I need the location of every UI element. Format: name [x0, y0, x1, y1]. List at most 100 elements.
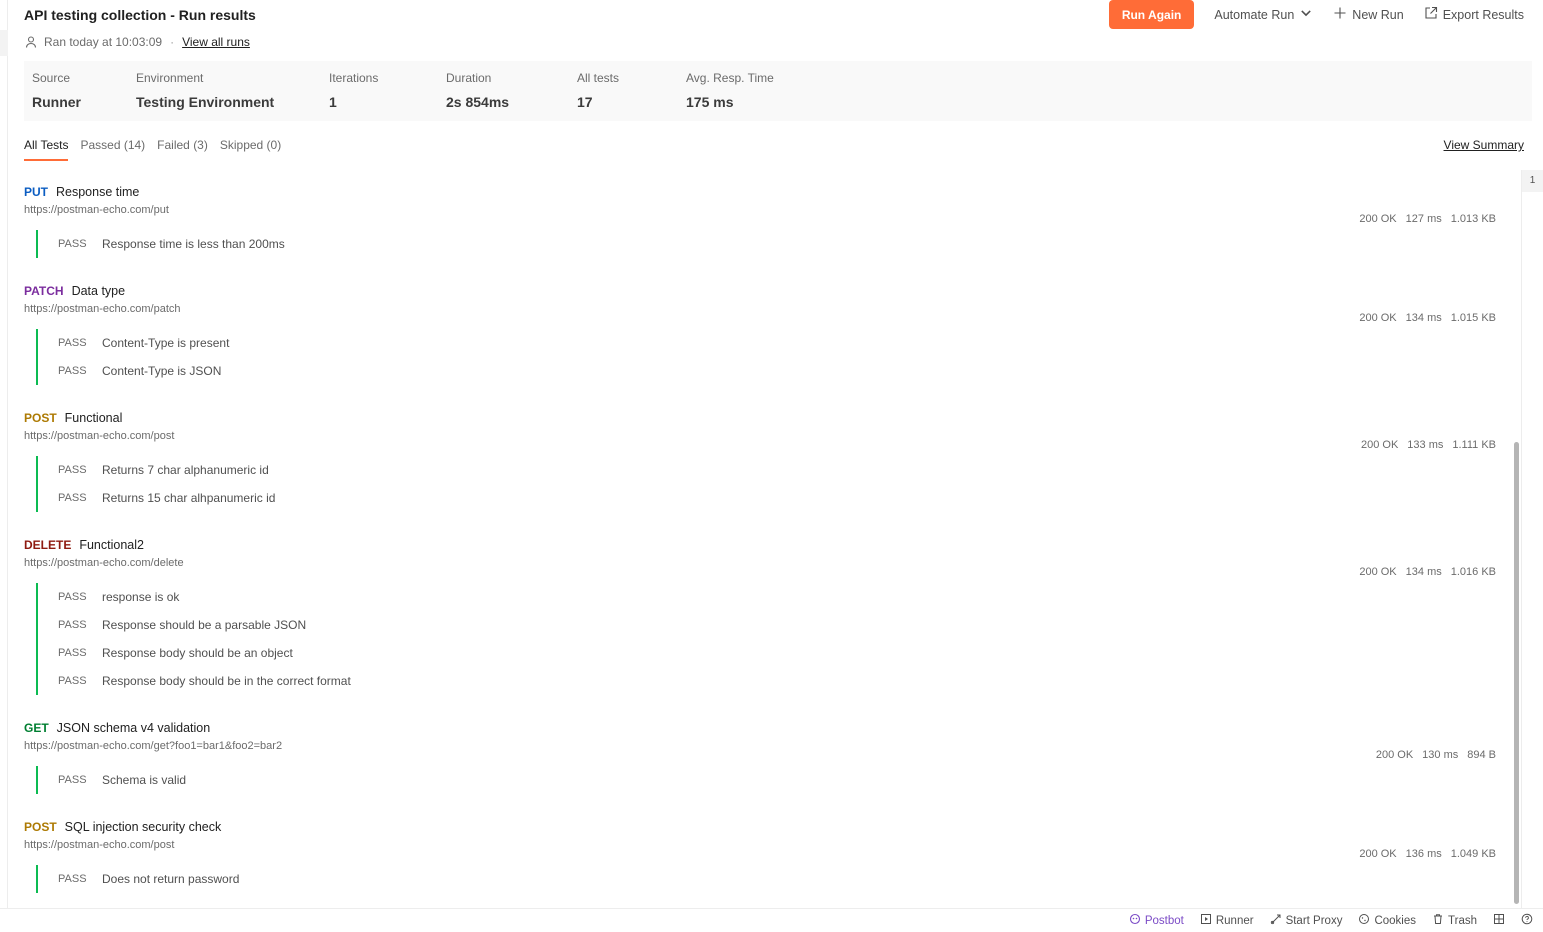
- new-run-label: New Run: [1352, 7, 1404, 22]
- chevron-down-icon: [1299, 6, 1313, 23]
- proxy-icon: [1270, 913, 1282, 928]
- run-again-button[interactable]: Run Again: [1108, 0, 1195, 29]
- response-status: 200 OK: [1375, 749, 1414, 761]
- tab-all-tests[interactable]: All Tests: [24, 138, 69, 161]
- request-item[interactable]: DELETE Functional2 https://postman-echo.…: [24, 538, 1496, 695]
- test-name: Schema is valid: [102, 773, 187, 787]
- request-url: https://postman-echo.com/delete: [24, 557, 184, 569]
- test-result-row: PASS Schema is valid: [38, 766, 186, 794]
- summary-value: 175 ms: [686, 94, 734, 110]
- start-proxy-button[interactable]: Start Proxy: [1270, 913, 1343, 928]
- response-size: 1.016 KB: [1450, 566, 1496, 578]
- help-button[interactable]: [1521, 913, 1533, 928]
- request-item[interactable]: POST Functional https://postman-echo.com…: [24, 411, 1496, 512]
- response-meta: 200 OK 134 ms 1.015 KB: [1359, 312, 1496, 324]
- request-url: https://postman-echo.com/post: [24, 430, 175, 442]
- test-result-row: PASS Content-Type is present: [38, 329, 229, 357]
- test-status: PASS: [58, 337, 87, 349]
- automate-run-label: Automate Run: [1214, 7, 1295, 22]
- summary-label: Environment: [136, 71, 204, 85]
- view-summary-link[interactable]: View Summary: [1444, 138, 1524, 152]
- test-name: Response time is less than 200ms: [102, 237, 285, 251]
- left-rail-marker: [0, 30, 8, 56]
- request-item[interactable]: PUT Response time https://postman-echo.c…: [24, 185, 1496, 258]
- tab-passed[interactable]: Passed (14): [80, 138, 145, 161]
- response-size: 1.015 KB: [1450, 312, 1496, 324]
- summary-duration: Duration 2s 854ms: [446, 71, 509, 110]
- plus-icon: [1333, 6, 1347, 23]
- tab-skipped[interactable]: Skipped (0): [220, 138, 281, 161]
- layout-toggle-button[interactable]: [1493, 913, 1505, 928]
- view-all-runs-link[interactable]: View all runs: [182, 35, 250, 49]
- export-results-button[interactable]: Export Results: [1424, 6, 1524, 23]
- summary-source: Source Runner: [32, 71, 81, 110]
- summary-environment: Environment Testing Environment: [136, 71, 274, 110]
- response-size: 1.013 KB: [1450, 213, 1496, 225]
- layout-icon: [1493, 913, 1505, 928]
- results-list: PUT Response time https://postman-echo.c…: [24, 178, 1496, 908]
- run-summary: Source Runner Environment Testing Enviro…: [24, 61, 1532, 121]
- request-item[interactable]: POST SQL injection security check https:…: [24, 820, 1496, 893]
- request-header: DELETE Functional2: [24, 538, 1496, 552]
- request-name: Functional2: [79, 538, 144, 552]
- request-header: PUT Response time: [24, 185, 1496, 199]
- new-run-button[interactable]: New Run: [1333, 6, 1404, 23]
- test-result-row: PASS Content-Type is JSON: [38, 357, 229, 385]
- response-status: 200 OK: [1360, 439, 1399, 451]
- request-item[interactable]: GET JSON schema v4 validation https://po…: [24, 721, 1496, 794]
- request-name: Functional: [64, 411, 123, 425]
- method-badge: POST: [24, 820, 57, 834]
- status-bar: Postbot Runner Start Proxy Cookies Trash: [0, 908, 1543, 932]
- user-icon: [24, 35, 38, 49]
- request-item[interactable]: PATCH Data type https://postman-echo.com…: [24, 284, 1496, 385]
- response-meta: 200 OK 130 ms 894 B: [1376, 749, 1496, 761]
- trash-button[interactable]: Trash: [1432, 913, 1477, 928]
- test-name: Response should be a parsable JSON: [102, 618, 307, 632]
- test-status: PASS: [58, 774, 87, 786]
- postbot-label: Postbot: [1144, 914, 1184, 927]
- test-name: Response body should be in the correct f…: [102, 674, 351, 688]
- request-header: POST SQL injection security check: [24, 820, 1496, 834]
- test-result-row: PASS Response time is less than 200ms: [38, 230, 285, 258]
- postbot-button[interactable]: Postbot: [1129, 913, 1184, 928]
- method-badge: PATCH: [24, 284, 64, 298]
- response-meta: 200 OK 127 ms 1.013 KB: [1359, 213, 1496, 225]
- method-badge: PUT: [24, 185, 48, 199]
- summary-value: 17: [577, 94, 593, 110]
- tab-failed[interactable]: Failed (3): [157, 138, 208, 161]
- test-status: PASS: [58, 675, 87, 687]
- response-meta: 200 OK 133 ms 1.111 KB: [1361, 439, 1496, 451]
- request-url: https://postman-echo.com/put: [24, 204, 169, 216]
- automate-run-button[interactable]: Automate Run: [1214, 6, 1313, 23]
- scrollbar-thumb[interactable]: [1514, 442, 1519, 904]
- right-side-panel: [1521, 170, 1543, 908]
- response-time: 133 ms: [1407, 439, 1444, 451]
- test-name: Content-Type is present: [102, 336, 230, 350]
- test-results: PASS Schema is valid: [36, 766, 186, 794]
- test-name: Content-Type is JSON: [102, 364, 222, 378]
- test-name: Returns 7 char alphanumeric id: [102, 463, 269, 477]
- run-actions: Run Again Automate Run New Run Export Re…: [1108, 0, 1524, 29]
- cookies-button[interactable]: Cookies: [1358, 913, 1416, 928]
- summary-avg-resp-time: Avg. Resp. Time 175 ms: [686, 71, 774, 110]
- summary-label: Avg. Resp. Time: [686, 71, 774, 85]
- start-proxy-label: Start Proxy: [1285, 914, 1343, 927]
- test-result-row: PASS Does not return password: [38, 865, 239, 893]
- response-time: 134 ms: [1405, 566, 1442, 578]
- method-badge: DELETE: [24, 538, 72, 552]
- summary-label: All tests: [577, 71, 620, 85]
- run-info: Ran today at 10:03:09 · View all runs: [24, 35, 250, 49]
- trash-label: Trash: [1448, 914, 1477, 927]
- test-name: response is ok: [102, 590, 180, 604]
- test-filter-tabs: All Tests Passed (14) Failed (3) Skipped…: [24, 138, 281, 161]
- summary-value: 1: [329, 94, 337, 110]
- response-size: 894 B: [1467, 749, 1496, 761]
- summary-label: Source: [32, 71, 71, 85]
- runner-button[interactable]: Runner: [1200, 913, 1254, 928]
- page-indicator[interactable]: 1: [1522, 170, 1543, 192]
- trash-icon: [1432, 913, 1444, 928]
- test-results: PASS Content-Type is present PASS Conten…: [36, 329, 229, 385]
- cookies-label: Cookies: [1374, 914, 1417, 927]
- test-status: PASS: [58, 238, 87, 250]
- test-results: PASS Returns 7 char alphanumeric id PASS…: [36, 456, 275, 512]
